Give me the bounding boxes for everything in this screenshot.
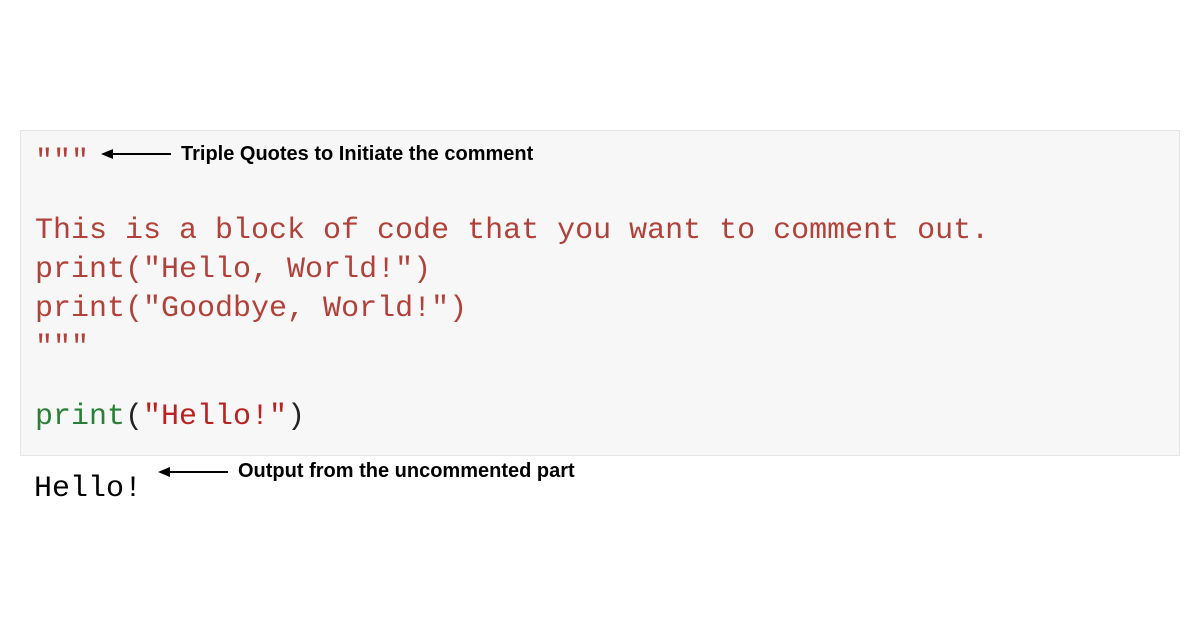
docstring-fn: print [35,292,125,326]
blank-line [35,368,1165,398]
output-text: Hello! [34,472,142,506]
docstring-line-1: This is a block of code that you want to… [35,212,1165,251]
string-literal: "Hello!" [143,400,287,434]
docstring-fn: print [35,253,125,287]
output-area: Hello! Output from the uncommented part [20,456,1180,506]
active-print-line: print("Hello!") [35,398,1165,437]
docstring-line-3: print("Goodbye, World!") [35,290,1165,329]
arrow-left-icon [158,465,228,479]
blank-line [35,182,1165,212]
annotation-output-label: Output from the uncommented part [238,460,575,483]
code-block: Triple Quotes to Initiate the comment ""… [20,130,1180,456]
annotation-triple-quotes: Triple Quotes to Initiate the comment [101,141,533,167]
docstring-str: "Hello, World!" [143,253,413,287]
triple-quote-close: """ [35,329,1165,368]
docstring-str: "Goodbye, World!" [143,292,449,326]
arrow-left-icon [101,147,171,161]
fn-name: print [35,400,125,434]
annotation-triple-quotes-label: Triple Quotes to Initiate the comment [181,141,533,167]
docstring-line-2: print("Hello, World!") [35,251,1165,290]
annotation-output: Output from the uncommented part [158,460,575,483]
